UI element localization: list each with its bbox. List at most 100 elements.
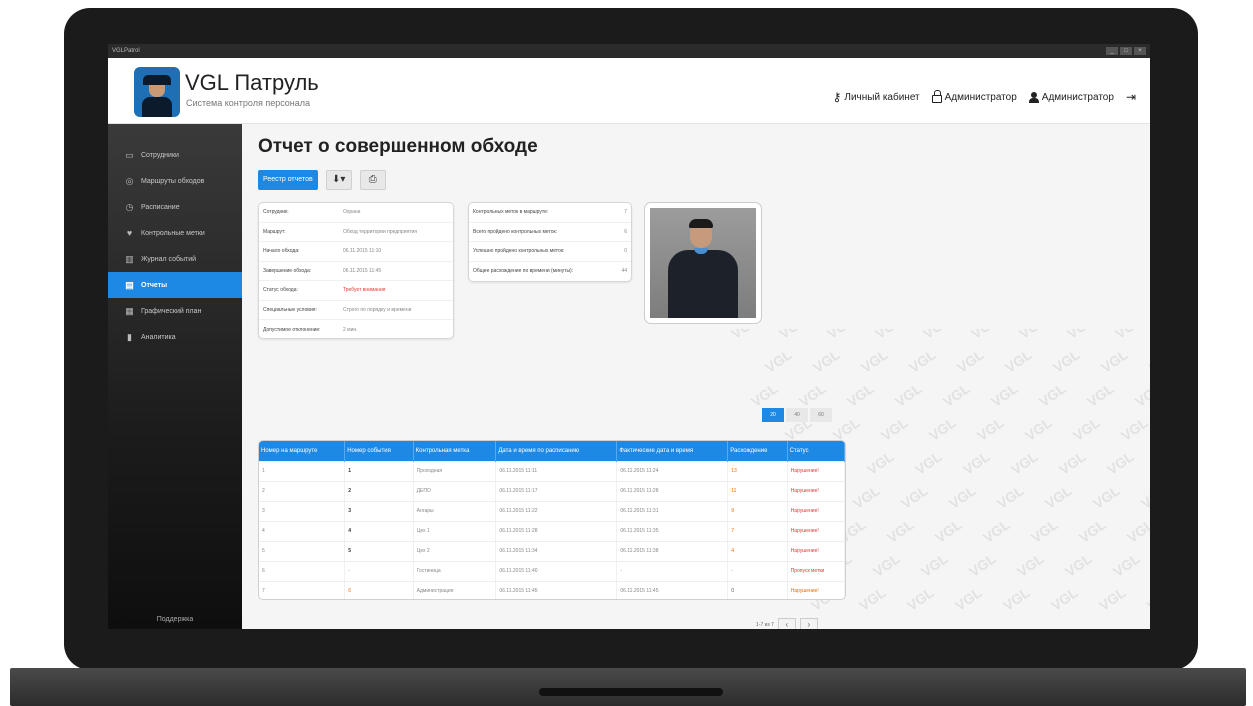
sidebar-item-employees[interactable]: ▭ Сотрудники [108,142,242,168]
status-cell: Нарушение! [787,460,845,481]
watermark-text: VGL [898,482,931,512]
sidebar-item-routes[interactable]: ◎ Маршруты обходов [108,168,242,194]
watermark-text: VGL [912,448,945,478]
table-row[interactable]: 1 1 Проходная 06.11.2015 11:11 06.11.2015 11… [259,460,845,481]
info-row: Завершение обхода: 06.11.2015 11:45 [259,262,453,281]
column-header[interactable]: Статус [787,441,845,461]
checkpoint-cell: Администрация [413,580,497,599]
download-button[interactable]: ⬇▾ [325,170,352,190]
stats-row: Успешно пройдено контрольных меток: 0 [469,242,631,262]
page-size-option[interactable]: 20 [762,408,784,422]
watermark-text: VGL [1050,346,1083,376]
key-icon [833,90,842,104]
checkpoint-cell: ДЕПО [413,480,497,501]
deviation-cell: 4 [727,540,788,561]
route-number-cell: 4 [259,520,346,541]
watermark-text: VGL [994,482,1027,512]
sidebar-item-analytics[interactable]: ▮ Аналитика [108,324,242,350]
stats-row: Контрольных меток в маршруте: 7 [469,203,631,223]
watermark-text: VGL [1098,346,1131,376]
maximize-button[interactable]: □ [1120,47,1132,55]
watermark-text: VGL [904,584,937,614]
watermark-text: VGL [878,414,911,444]
status-cell: Нарушение! [787,540,845,561]
watermark-text: VGL [988,380,1021,410]
watermark-text: VGL [1084,380,1117,410]
actual-time-cell: 06.11.2015 11:35 [616,520,729,541]
column-header[interactable]: Номер события [344,441,414,461]
table-row[interactable]: 2 2 ДЕПО 06.11.2015 11:17 06.11.2015 11:28 11… [259,480,845,501]
sidebar-item-checkpoints[interactable]: ♥ Контрольные метки [108,220,242,246]
column-header[interactable]: Расхождение [727,441,788,461]
deviation-cell: - [727,560,788,581]
prev-page-button[interactable]: ‹ [777,618,796,629]
actual-time-cell: 06.11.2015 11:45 [616,580,729,599]
watermark-text: VGL [844,380,877,410]
window-controls: _ □ × [1106,47,1146,55]
employee-photo [650,208,756,318]
scheduled-time-cell: 06.11.2015 11:40 [495,560,618,581]
reports-registry-button[interactable]: Реестр отчетов [258,170,318,190]
table-row[interactable]: 7 6 Администрация 06.11.2015 11:45 06.11.201… [259,580,845,599]
watermark-text: VGL [824,329,857,342]
admin-lock-label: Администратор [944,91,1017,103]
watermark-text: VGL [1036,380,1069,410]
actual-time-cell: 06.11.2015 11:38 [616,540,729,561]
sidebar-item-label: Маршруты обходов [141,177,205,185]
route-number-cell: 6 [259,560,346,581]
column-header[interactable]: Номер на маршруте [259,441,346,461]
minimize-button[interactable]: _ [1106,47,1118,55]
personal-cabinet-link[interactable]: Личный кабинет [833,90,919,104]
chevron-left-icon: ‹ [785,620,789,629]
stats-label: Всего пройдено контрольных меток: [473,228,558,235]
table-row[interactable]: 3 3 Ангары 06.11.2015 11:22 06.11.2015 11:31… [259,500,845,521]
watermark-text: VGL [954,346,987,376]
lock-icon [931,89,942,103]
stats-value: 44 [621,268,627,275]
info-row: Специальные условия: Строго по порядку и … [259,301,453,320]
support-link[interactable]: Поддержка [108,616,242,623]
watermark-text: VGL [1042,482,1075,512]
watermark-text: VGL [1110,550,1143,580]
checkpoint-cell: Гостиница [413,560,497,581]
event-number-cell: 4 [344,520,414,541]
stats-label: Успешно пройдено контрольных меток: [473,248,565,255]
table-pager: 1-7 из 7 ‹ › [756,618,818,629]
page-size-option[interactable]: 40 [786,408,808,422]
close-button[interactable]: × [1134,47,1146,55]
column-header[interactable]: Фактические дата и время [616,441,729,461]
watermark-text: VGL [872,329,905,342]
logout-icon[interactable]: ⇥ [1126,90,1136,104]
watermark-text: VGL [762,346,795,376]
next-page-button[interactable]: › [799,618,818,629]
scheduled-time-cell: 06.11.2015 11:34 [495,540,618,561]
table-row[interactable]: 4 4 Цех 1 06.11.2015 11:28 06.11.2015 11:35 7… [259,520,845,541]
info-value: Строго по порядку и времени [343,306,412,313]
sidebar-item-graphic-plan[interactable]: ▦ Графический план [108,298,242,324]
window-titlebar: VGLPatrol _ □ × [108,44,1150,58]
event-number-cell: 5 [344,540,414,561]
info-value: 06.11.2015 11:45 [343,267,382,274]
column-header[interactable]: Контрольная метка [413,441,497,461]
chevron-right-icon: › [807,620,811,629]
sidebar-item-label: Отчеты [141,281,168,289]
status-cell: Нарушение! [787,520,845,541]
watermark-text: VGL [1132,380,1150,410]
sidebar-item-event-log[interactable]: ▥ Журнал событий [108,246,242,272]
stats-label: Общее расхождение по времени (минуты): [473,268,574,275]
print-button[interactable]: ⎙ [359,170,386,190]
admin-user-link[interactable]: Администратор [1028,91,1114,103]
page-size-option[interactable]: 60 [810,408,832,422]
event-number-cell: 3 [344,500,414,521]
sidebar-item-schedule[interactable]: ◷ Расписание [108,194,242,220]
column-header[interactable]: Дата и время по расписанию [495,441,618,461]
scheduled-time-cell: 06.11.2015 11:28 [495,520,618,541]
admin-lock-link[interactable]: Администратор [931,89,1017,103]
deviation-cell: 0 [727,580,788,599]
actual-time-cell: - [616,560,729,581]
page-title: Отчет о совершенном обходе [258,136,538,157]
sidebar-item-reports[interactable]: ▤ Отчеты [108,272,250,298]
table-row[interactable]: 6- Гостиница 06.11.2015 11:40- - Пропуск мет… [259,560,845,581]
watermark-text: VGL [730,329,761,342]
table-row[interactable]: 5 5 Цех 2 06.11.2015 11:34 06.11.2015 11:38 4… [259,540,845,561]
